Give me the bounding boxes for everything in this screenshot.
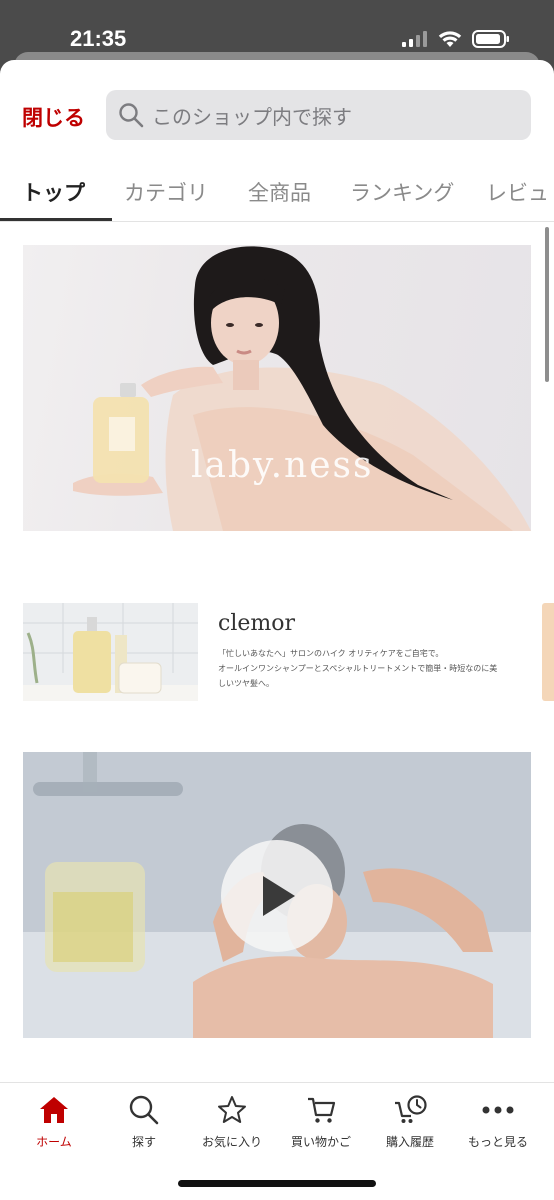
next-banner-peek[interactable]: [542, 603, 554, 701]
star-icon: [218, 1096, 246, 1123]
home-indicator[interactable]: [178, 1180, 376, 1187]
clemor-title: clemor: [218, 611, 295, 636]
clemor-description: 「忙しいあなたへ」サロンのハイク オリティケアをご自宅で。 オールインワンシャン…: [218, 646, 530, 691]
tab-all-products[interactable]: 全商品: [248, 177, 311, 207]
hero-brand-logo: laby.ness: [191, 445, 374, 486]
status-icons: [402, 30, 510, 48]
nav-home[interactable]: ホーム: [8, 1093, 100, 1150]
hero-model-illustration: [73, 246, 531, 531]
tab-ranking[interactable]: ランキング: [350, 177, 454, 207]
tab-review[interactable]: レビュ: [486, 177, 549, 207]
search-icon: [118, 102, 144, 128]
play-button[interactable]: [221, 840, 333, 952]
scrollbar[interactable]: [545, 227, 549, 382]
clemor-description-line: オールインワンシャンプーとスペシャルトリートメントで簡単・時短なのに美: [218, 664, 498, 673]
active-tab-indicator: [0, 218, 112, 221]
search-input[interactable]: このショップ内で探す: [106, 90, 531, 140]
history-cart-icon: [395, 1095, 427, 1123]
clemor-description-line: 「忙しいあなたへ」サロンのハイク オリティケアをご自宅で。: [218, 649, 444, 658]
nav-purchase-history[interactable]: 購入履歴: [364, 1093, 456, 1150]
play-icon: [263, 876, 295, 916]
battery-icon: [472, 30, 509, 48]
nav-purchase-history-label: 購入履歴: [385, 1135, 434, 1149]
hero-banner[interactable]: laby.ness: [23, 245, 531, 531]
close-button[interactable]: 閉じる: [22, 102, 85, 132]
nav-cart-label: 買い物かご: [290, 1135, 351, 1149]
nav-search[interactable]: 探す: [98, 1093, 190, 1150]
clemor-banner[interactable]: clemor 「忙しいあなたへ」サロンのハイク オリティケアをご自宅で。 オール…: [23, 603, 531, 703]
nav-more[interactable]: もっと見る: [452, 1093, 544, 1150]
video-player[interactable]: [23, 752, 531, 1038]
home-icon: [40, 1097, 68, 1123]
cellular-signal-icon: [402, 31, 427, 47]
tab-bar: トップ カテゴリ 全商品 ランキング レビュ: [0, 160, 554, 222]
tab-category[interactable]: カテゴリ: [124, 177, 208, 207]
tab-top[interactable]: トップ: [22, 177, 85, 207]
cart-icon: [308, 1097, 336, 1123]
clemor-product-image: [23, 603, 198, 701]
shop-sheet: 閉じる このショップ内で探す トップ カテゴリ 全商品 ランキング レビュ la…: [0, 60, 554, 1200]
nav-more-label: もっと見る: [467, 1135, 528, 1149]
nav-favorites[interactable]: お気に入り: [186, 1093, 278, 1150]
nav-cart[interactable]: 買い物かご: [275, 1093, 367, 1150]
clemor-description-line: しいツヤ髪へ。: [218, 679, 274, 688]
search-icon: [129, 1095, 159, 1125]
wifi-icon: [438, 31, 462, 47]
search-placeholder: このショップ内で探す: [152, 104, 352, 129]
more-icon: [482, 1106, 514, 1114]
nav-home-label: ホーム: [36, 1135, 72, 1149]
status-time: 21:35: [70, 26, 127, 51]
nav-search-label: 探す: [131, 1135, 156, 1149]
nav-favorites-label: お気に入り: [201, 1135, 262, 1149]
status-bar: 21:35: [0, 0, 554, 60]
